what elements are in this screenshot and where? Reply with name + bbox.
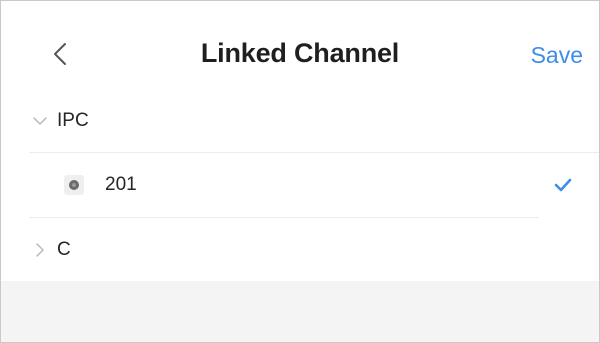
save-button[interactable]: Save xyxy=(531,42,583,69)
tree-group-label: C xyxy=(57,239,71,260)
nav-header: Linked Channel Save xyxy=(1,1,599,96)
page-title: Linked Channel xyxy=(200,38,400,68)
channel-item-201[interactable]: 201 xyxy=(1,153,599,217)
linked-channel-screen: Linked Channel Save IPC 201 C xyxy=(0,0,600,343)
empty-footer-area xyxy=(1,281,599,342)
camera-icon xyxy=(64,175,84,195)
chevron-down-icon xyxy=(33,117,47,125)
tree-group-ipc[interactable]: IPC xyxy=(1,89,599,153)
channel-label: 201 xyxy=(105,174,137,195)
chevron-right-icon xyxy=(36,243,44,257)
checkmark-icon xyxy=(554,178,572,192)
tree-group-c[interactable]: C xyxy=(1,218,599,282)
tree-group-label: IPC xyxy=(57,110,89,131)
